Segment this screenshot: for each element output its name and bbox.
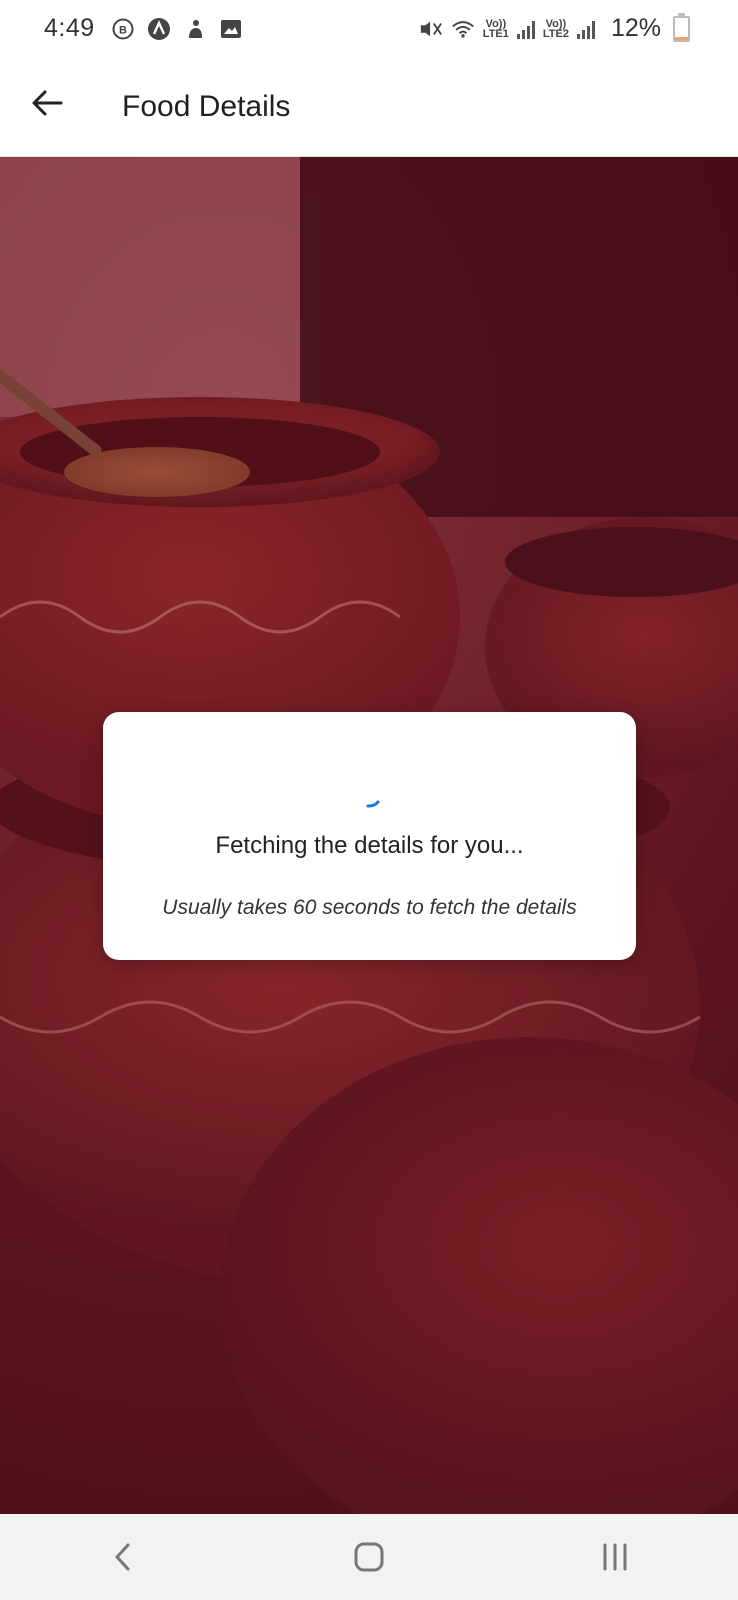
image-icon <box>219 17 243 41</box>
loading-subtitle: Usually takes 60 seconds to fetch the de… <box>162 896 577 919</box>
nav-back-button[interactable] <box>83 1527 163 1587</box>
battery-percent: 12% <box>610 14 661 42</box>
loading-dialog: Fetching the details for you... Usually … <box>103 712 636 960</box>
arrow-left-icon <box>32 90 63 116</box>
signal-1-icon <box>516 19 535 39</box>
nav-recents-button[interactable] <box>575 1527 655 1587</box>
status-right: Vo)) LTE1 Vo)) LTE2 12% <box>419 12 690 43</box>
b-circle-icon: B <box>111 17 135 41</box>
battery-icon <box>673 12 690 42</box>
nav-home-button[interactable] <box>329 1527 409 1587</box>
status-left: 4:49 B <box>44 14 243 43</box>
app-bar: Food Details <box>0 60 738 157</box>
page-title: Food Details <box>122 90 291 123</box>
signal-2-icon <box>576 19 595 39</box>
chevron-left-icon <box>115 1543 130 1571</box>
lte2-label: Vo)) LTE2 <box>542 17 569 40</box>
loading-spinner-icon <box>366 800 380 808</box>
system-nav-bar <box>0 1514 738 1600</box>
status-time: 4:49 <box>44 14 95 42</box>
back-button[interactable] <box>26 82 68 124</box>
app-notification-icon <box>183 17 207 41</box>
home-square-icon <box>354 1542 384 1572</box>
svg-text:B: B <box>119 24 127 36</box>
status-bar: 4:49 B Vo)) LTE1 Vo)) LTE2 12% <box>0 0 738 60</box>
mute-icon <box>419 17 443 41</box>
wifi-icon <box>451 17 475 41</box>
a-circle-icon <box>147 17 171 41</box>
recents-icon <box>603 1543 627 1571</box>
lte1-label: Vo)) LTE1 <box>482 17 509 40</box>
loading-title: Fetching the details for you... <box>215 832 524 859</box>
